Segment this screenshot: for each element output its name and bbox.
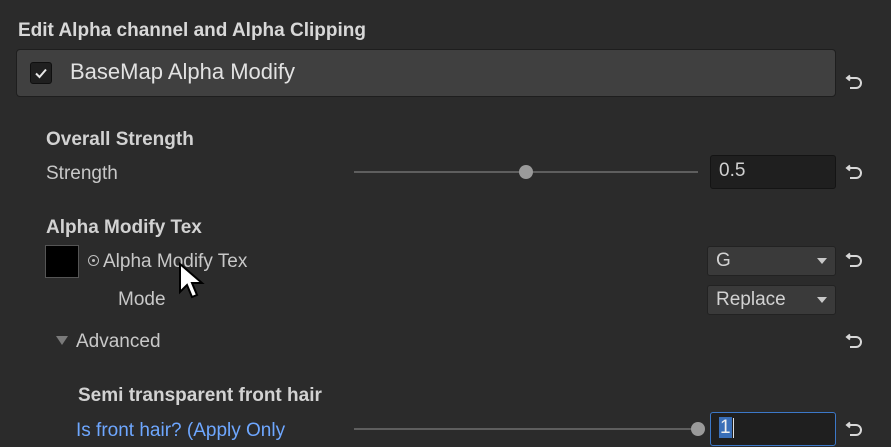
chevron-down-icon	[817, 297, 827, 303]
overall-strength-title: Overall Strength	[46, 129, 194, 150]
reset-arrow-icon[interactable]	[845, 164, 863, 182]
alpha-modify-tex-title: Alpha Modify Tex	[46, 217, 202, 238]
object-picker-icon[interactable]	[88, 255, 99, 266]
strength-value: 0.5	[719, 160, 746, 181]
channel-dropdown[interactable]: G	[707, 246, 836, 276]
front-hair-slider-track[interactable]	[354, 428, 698, 430]
text-caret	[732, 417, 734, 438]
mouse-pointer-icon	[178, 261, 206, 307]
is-front-hair-label: Is front hair? (Apply Only	[76, 420, 286, 441]
chevron-down-icon	[817, 258, 827, 264]
front-hair-value-field[interactable]: 1	[710, 412, 836, 446]
basemap-alpha-modify-checkbox[interactable]	[30, 62, 52, 84]
mode-dropdown[interactable]: Replace	[707, 285, 836, 315]
semi-transparent-title: Semi transparent front hair	[78, 385, 322, 406]
section-title: Edit Alpha channel and Alpha Clipping	[18, 20, 366, 41]
strength-label: Strength	[46, 163, 118, 184]
front-hair-value: 1	[719, 417, 732, 438]
strength-slider-knob[interactable]	[519, 165, 533, 179]
mode-selected: Replace	[716, 289, 786, 310]
reset-arrow-icon[interactable]	[845, 74, 863, 92]
channel-selected: G	[716, 250, 731, 271]
reset-arrow-icon[interactable]	[845, 252, 863, 270]
mode-label: Mode	[118, 289, 166, 310]
reset-arrow-icon[interactable]	[845, 333, 863, 351]
reset-arrow-icon[interactable]	[845, 421, 863, 439]
checkmark-icon	[35, 68, 47, 79]
strength-value-field[interactable]: 0.5	[710, 155, 836, 189]
basemap-alpha-modify-label: BaseMap Alpha Modify	[70, 59, 296, 84]
alpha-modify-tex-label: Alpha Modify Tex	[103, 251, 248, 272]
texture-thumbnail[interactable]	[45, 245, 79, 278]
foldout-arrow-icon[interactable]	[56, 336, 68, 345]
advanced-foldout-label[interactable]: Advanced	[76, 331, 161, 353]
front-hair-slider-knob[interactable]	[691, 422, 705, 436]
